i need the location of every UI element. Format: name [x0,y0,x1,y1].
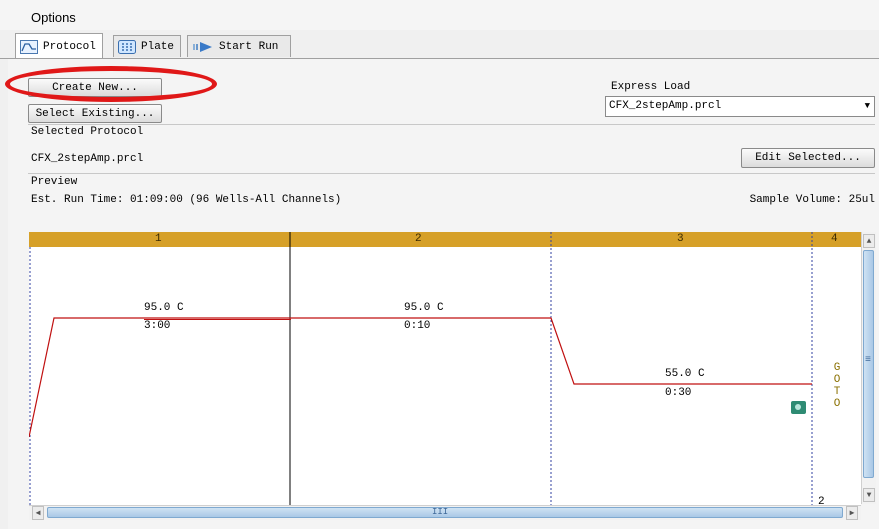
step3-time: 0:30 [665,387,692,399]
scroll-left-arrow-icon[interactable]: ◀ [32,506,44,520]
preview-label: Preview [31,176,78,188]
scroll-up-arrow-icon[interactable]: ▲ [863,234,875,248]
camera-icon [791,401,806,414]
goto-letter: T [833,386,841,398]
step3-temp: 55.0 C [665,368,705,380]
express-load-label: Express Load [611,81,691,93]
vertical-scroll-thumb[interactable]: ≡ [863,250,874,478]
tab-start-run-label: Start Run [219,40,279,53]
divider [28,124,875,125]
goto-letter: G [833,362,841,374]
protocol-graph-canvas [29,232,813,519]
scroll-grip-icon: III [432,507,449,517]
step1-temp: 95.0 C [144,302,184,314]
vertical-scrollbar[interactable]: ▲ ≡ ▼ [861,232,876,504]
protocol-graph: 1 2 3 4 [29,232,861,519]
tab-strip: Protocol Plate Start Run [0,32,879,59]
chevron-down-icon: ▼ [864,101,870,111]
scroll-right-arrow-icon[interactable]: ▶ [846,506,858,520]
express-load-value: CFX_2stepAmp.prcl [609,100,722,112]
goto-label: G O T O [833,362,841,410]
start-run-arrow-icon [193,41,212,52]
menu-options[interactable]: Options [31,10,76,25]
red-annotation-ellipse [5,66,217,102]
step1-underline [144,319,291,320]
divider [28,173,875,174]
est-run-time: Est. Run Time: 01:09:00 (96 Wells-All Ch… [31,194,342,206]
menu-bar: Options [0,0,879,30]
tab-protocol[interactable]: Protocol [15,33,103,59]
horizontal-scroll-thumb[interactable]: III [47,507,843,518]
scroll-down-arrow-icon[interactable]: ▼ [863,488,875,502]
tab-start-run[interactable]: Start Run [187,35,291,57]
step2-temp: 95.0 C [404,302,444,314]
step1-time: 3:00 [144,320,171,332]
plate-grid-icon [118,39,136,54]
tab-plate[interactable]: Plate [113,35,182,57]
edit-selected-button[interactable]: Edit Selected... [741,148,875,168]
select-existing-button[interactable]: Select Existing... [28,104,162,123]
goto-letter: O [833,398,841,410]
scroll-grip-icon: ≡ [865,355,872,366]
horizontal-scrollbar[interactable]: ◀ III ▶ [29,505,861,520]
tab-protocol-label: Protocol [43,40,96,53]
tab-plate-label: Plate [141,40,175,53]
selected-protocol-label: Selected Protocol [31,126,144,138]
selected-protocol-value: CFX_2stepAmp.prcl [31,153,144,165]
step2-time: 0:10 [404,320,431,332]
protocol-graph-icon [20,39,38,54]
goto-letter: O [833,374,841,386]
express-load-select[interactable]: CFX_2stepAmp.prcl ▼ [605,96,875,117]
sample-volume: Sample Volume: 25ul [749,194,875,206]
